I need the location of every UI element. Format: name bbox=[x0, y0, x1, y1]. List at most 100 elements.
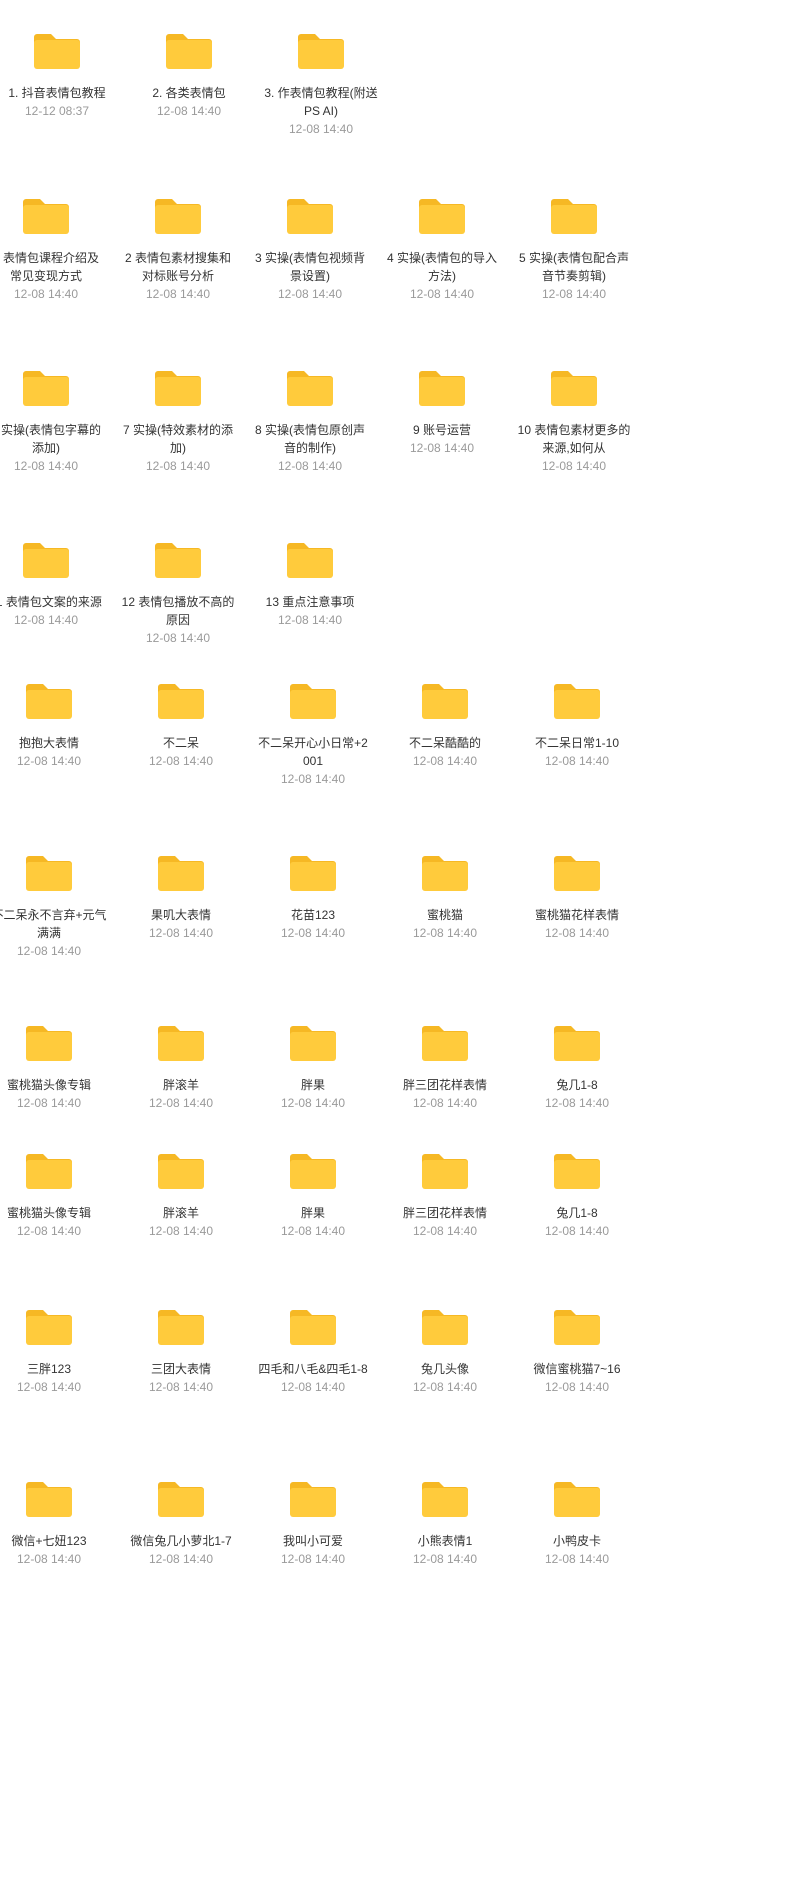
folder-item[interactable]: 三团大表情 12-08 14:40 bbox=[123, 1306, 239, 1396]
folder-date: 12-08 14:40 bbox=[13, 613, 79, 627]
folder-name: 2 表情包素材搜集和对标账号分析 bbox=[124, 251, 231, 283]
folder-icon bbox=[123, 1150, 239, 1190]
folder-date: 12-08 14:40 bbox=[412, 1380, 478, 1394]
folder-date: 12-08 14:40 bbox=[16, 1380, 82, 1394]
folder-date: 12-08 14:40 bbox=[541, 459, 607, 473]
folder-name: 不二呆 bbox=[162, 736, 199, 750]
folder-name: 2. 各类表情包 bbox=[152, 86, 226, 100]
folder-name: 1 表情包课程介绍及常见变现方式 bbox=[0, 251, 99, 283]
folder-item[interactable]: 小熊表情1 12-08 14:40 bbox=[387, 1478, 503, 1568]
folder-name: 四毛和八毛&四毛1-8 bbox=[258, 1362, 368, 1376]
folder-date: 12-08 14:40 bbox=[145, 631, 211, 645]
folder-item[interactable]: 四毛和八毛&四毛1-8 12-08 14:40 bbox=[255, 1306, 371, 1396]
folder-icon bbox=[387, 1150, 503, 1190]
folder-item[interactable]: 果叽大表情 12-08 14:40 bbox=[123, 852, 239, 942]
folder-date: 12-08 14:40 bbox=[148, 1224, 214, 1238]
folder-item[interactable]: 不二呆开心小日常+2001 12-08 14:40 bbox=[255, 680, 371, 788]
folder-name: 兔几1-8 bbox=[556, 1206, 598, 1220]
folder-icon bbox=[255, 1478, 371, 1518]
folder-item[interactable]: 胖三团花样表情 12-08 14:40 bbox=[387, 1022, 503, 1112]
folder-item[interactable]: 8 实操(表情包原创声音的制作) 12-08 14:40 bbox=[252, 367, 368, 475]
folder-date: 12-08 14:40 bbox=[544, 754, 610, 768]
folder-item[interactable]: 1. 抖音表情包教程 12-12 08:37 bbox=[0, 30, 115, 120]
folder-name: 胖果 bbox=[300, 1078, 325, 1092]
folder-icon bbox=[131, 30, 247, 70]
folder-name: 微信+七妞123 bbox=[11, 1534, 87, 1548]
folder-item[interactable]: 微信+七妞123 12-08 14:40 bbox=[0, 1478, 107, 1568]
folder-date: 12-08 14:40 bbox=[277, 459, 343, 473]
folder-icon bbox=[120, 539, 236, 579]
folder-name: 不二呆永不言弃+元气满满 bbox=[0, 908, 107, 940]
folder-name: 3 实操(表情包视频背景设置) bbox=[254, 251, 365, 283]
folder-icon bbox=[263, 30, 379, 70]
folder-icon bbox=[0, 195, 104, 235]
folder-item[interactable]: 花苗123 12-08 14:40 bbox=[255, 852, 371, 942]
folder-name: 小鸭皮卡 bbox=[552, 1534, 601, 1548]
folder-item[interactable]: 胖滚羊 12-08 14:40 bbox=[123, 1150, 239, 1240]
folder-icon bbox=[384, 367, 500, 407]
folder-name: 10 表情包素材更多的来源,如何从 bbox=[517, 423, 631, 455]
folder-icon bbox=[255, 852, 371, 892]
folder-icon bbox=[252, 539, 368, 579]
folder-icon bbox=[519, 1306, 635, 1346]
folder-item[interactable]: 抱抱大表情 12-08 14:40 bbox=[0, 680, 107, 770]
folder-icon bbox=[384, 195, 500, 235]
folder-name: 胖滚羊 bbox=[162, 1206, 199, 1220]
folder-name: 小熊表情1 bbox=[417, 1534, 473, 1548]
folder-item[interactable]: 不二呆 12-08 14:40 bbox=[123, 680, 239, 770]
folder-item[interactable]: 6 实操(表情包字幕的添加) 12-08 14:40 bbox=[0, 367, 104, 475]
folder-item[interactable]: 胖果 12-08 14:40 bbox=[255, 1022, 371, 1112]
folder-item[interactable]: 5 实操(表情包配合声音节奏剪辑) 12-08 14:40 bbox=[516, 195, 632, 303]
folder-item[interactable]: 胖滚羊 12-08 14:40 bbox=[123, 1022, 239, 1112]
folder-icon bbox=[0, 852, 107, 892]
folder-icon bbox=[387, 1306, 503, 1346]
folder-date: 12-08 14:40 bbox=[145, 287, 211, 301]
folder-date: 12-08 14:40 bbox=[148, 1552, 214, 1566]
folder-item[interactable]: 三胖123 12-08 14:40 bbox=[0, 1306, 107, 1396]
folder-item[interactable]: 微信蜜桃猫7~16 12-08 14:40 bbox=[519, 1306, 635, 1396]
folder-item[interactable]: 11 表情包文案的来源 12-08 14:40 bbox=[0, 539, 104, 629]
folder-name: 12 表情包播放不高的原因 bbox=[121, 595, 235, 627]
folder-icon bbox=[387, 1022, 503, 1062]
folder-item[interactable]: 9 账号运营 12-08 14:40 bbox=[384, 367, 500, 457]
folder-item[interactable]: 不二呆日常1-10 12-08 14:40 bbox=[519, 680, 635, 770]
folder-date: 12-08 14:40 bbox=[288, 122, 354, 136]
folder-name: 13 重点注意事项 bbox=[265, 595, 355, 609]
folder-date: 12-12 08:37 bbox=[24, 104, 90, 118]
folder-name: 不二呆日常1-10 bbox=[534, 736, 620, 750]
folder-item[interactable]: 蜜桃猫头像专辑 12-08 14:40 bbox=[0, 1022, 107, 1112]
folder-item[interactable]: 1 表情包课程介绍及常见变现方式 12-08 14:40 bbox=[0, 195, 104, 303]
folder-item[interactable]: 我叫小可爱 12-08 14:40 bbox=[255, 1478, 371, 1568]
folder-item[interactable]: 蜜桃猫头像专辑 12-08 14:40 bbox=[0, 1150, 107, 1240]
folder-date: 12-08 14:40 bbox=[544, 1380, 610, 1394]
folder-item[interactable]: 4 实操(表情包的导入方法) 12-08 14:40 bbox=[384, 195, 500, 303]
folder-item[interactable]: 蜜桃猫花样表情 12-08 14:40 bbox=[519, 852, 635, 942]
folder-item[interactable]: 小鸭皮卡 12-08 14:40 bbox=[519, 1478, 635, 1568]
folder-name: 蜜桃猫头像专辑 bbox=[6, 1206, 91, 1220]
folder-icon bbox=[519, 852, 635, 892]
folder-item[interactable]: 2 表情包素材搜集和对标账号分析 12-08 14:40 bbox=[120, 195, 236, 303]
folder-item[interactable]: 3 实操(表情包视频背景设置) 12-08 14:40 bbox=[252, 195, 368, 303]
folder-name: 3. 作表情包教程(附送PS AI) bbox=[264, 86, 378, 118]
folder-item[interactable]: 2. 各类表情包 12-08 14:40 bbox=[131, 30, 247, 120]
folder-item[interactable]: 蜜桃猫 12-08 14:40 bbox=[387, 852, 503, 942]
folder-item[interactable]: 兔几头像 12-08 14:40 bbox=[387, 1306, 503, 1396]
folder-date: 12-08 14:40 bbox=[148, 1380, 214, 1394]
folder-item[interactable]: 12 表情包播放不高的原因 12-08 14:40 bbox=[120, 539, 236, 647]
folder-icon bbox=[519, 1022, 635, 1062]
folder-item[interactable]: 胖三团花样表情 12-08 14:40 bbox=[387, 1150, 503, 1240]
folder-date: 12-08 14:40 bbox=[280, 1096, 346, 1110]
folder-item[interactable]: 13 重点注意事项 12-08 14:40 bbox=[252, 539, 368, 629]
folder-item[interactable]: 不二呆酷酷的 12-08 14:40 bbox=[387, 680, 503, 770]
folder-item[interactable]: 10 表情包素材更多的来源,如何从 12-08 14:40 bbox=[516, 367, 632, 475]
folder-item[interactable]: 兔几1-8 12-08 14:40 bbox=[519, 1150, 635, 1240]
folder-item[interactable]: 3. 作表情包教程(附送PS AI) 12-08 14:40 bbox=[263, 30, 379, 138]
folder-item[interactable]: 7 实操(特效素材的添加) 12-08 14:40 bbox=[120, 367, 236, 475]
folder-item[interactable]: 胖果 12-08 14:40 bbox=[255, 1150, 371, 1240]
folder-icon bbox=[0, 680, 107, 720]
folder-item[interactable]: 微信兔几小萝北1-7 12-08 14:40 bbox=[123, 1478, 239, 1568]
folder-date: 12-08 14:40 bbox=[409, 287, 475, 301]
folder-item[interactable]: 不二呆永不言弃+元气满满 12-08 14:40 bbox=[0, 852, 107, 960]
folder-date: 12-08 14:40 bbox=[544, 1096, 610, 1110]
folder-item[interactable]: 兔几1-8 12-08 14:40 bbox=[519, 1022, 635, 1112]
